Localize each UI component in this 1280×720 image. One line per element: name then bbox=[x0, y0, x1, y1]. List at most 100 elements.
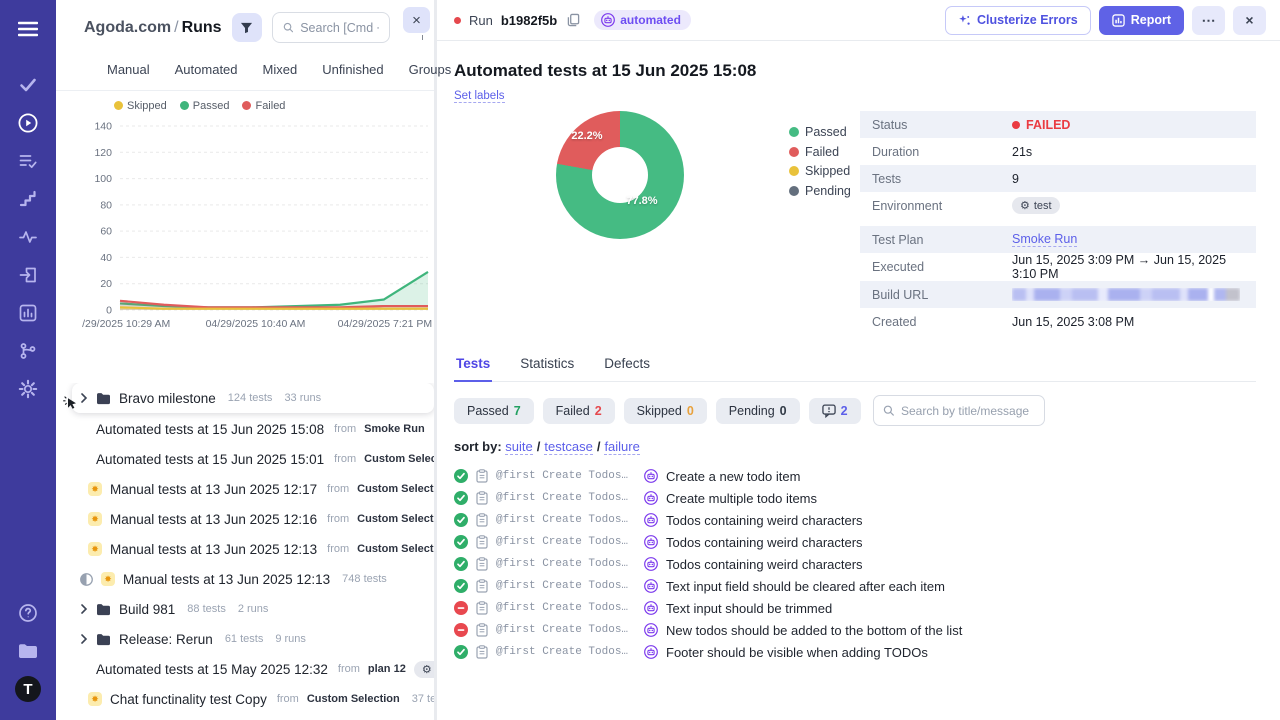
suite-name: @first Create Todos… bbox=[496, 580, 629, 592]
test-row[interactable]: @first Create Todos… Todos containing we… bbox=[454, 509, 1256, 531]
tab-defects[interactable]: Defects bbox=[602, 351, 652, 381]
suite-name: @first Create Todos… bbox=[496, 514, 629, 526]
runs-tab-manual[interactable]: Manual bbox=[107, 62, 150, 77]
sidebar-item-projects[interactable] bbox=[8, 632, 48, 670]
copy-icon[interactable] bbox=[567, 13, 580, 27]
global-search[interactable] bbox=[271, 12, 390, 43]
environment-badge[interactable]: ⚙ test bbox=[1012, 197, 1060, 214]
tests-search-input[interactable] bbox=[901, 403, 1035, 418]
comments-filter-chip[interactable]: 2 bbox=[808, 397, 861, 424]
automated-badge[interactable]: automated bbox=[594, 10, 691, 30]
run-row[interactable]: Automated tests at 15 May 2025 12:32 from… bbox=[56, 654, 434, 684]
search-input[interactable] bbox=[300, 20, 379, 35]
chevron-right-icon[interactable] bbox=[80, 634, 88, 644]
sidebar-item-settings[interactable] bbox=[8, 370, 48, 408]
filter-chip-failed[interactable]: Failed 2 bbox=[542, 397, 615, 424]
sidebar-item-runs[interactable] bbox=[8, 104, 48, 142]
tab-statistics[interactable]: Statistics bbox=[518, 351, 576, 381]
test-row[interactable]: @first Create Todos… Create multiple tod… bbox=[454, 487, 1256, 509]
set-labels-link[interactable]: Set labels bbox=[454, 90, 505, 103]
run-row[interactable]: ✸ Manual tests at 13 Jun 2025 12:13 from … bbox=[56, 534, 434, 564]
filter-button[interactable] bbox=[231, 13, 262, 42]
robot-icon bbox=[644, 491, 658, 505]
donut-legend: Passed Failed Skipped Pending bbox=[789, 111, 851, 198]
filter-chip-skipped[interactable]: Skipped 0 bbox=[623, 397, 707, 424]
report-chart-icon bbox=[1111, 13, 1125, 27]
manual-run-icon: ✸ bbox=[88, 512, 102, 526]
donut-label-passed: 77.8% bbox=[626, 195, 658, 208]
svg-text:04/29/2025 10:40 AM: 04/29/2025 10:40 AM bbox=[206, 318, 306, 330]
test-row[interactable]: @first Create Todos… Create a new todo i… bbox=[454, 465, 1256, 487]
runs-tab-groups[interactable]: Groups bbox=[409, 62, 452, 77]
sort-link-suite[interactable]: suite bbox=[505, 439, 533, 455]
passed-icon bbox=[454, 557, 468, 571]
area-chart-svg: 0 20 40 60 80 100 120 140/29/2025 10:29 AM 04/29… bbox=[82, 121, 432, 331]
test-row[interactable]: @first Create Todos… Text input should b… bbox=[454, 597, 1256, 619]
test-row[interactable]: @first Create Todos… Todos containing we… bbox=[454, 553, 1256, 575]
clusterize-errors-button[interactable]: Clusterize Errors bbox=[944, 5, 1091, 35]
check-icon bbox=[20, 78, 36, 92]
app-logo[interactable]: T bbox=[8, 670, 48, 708]
passed-icon bbox=[454, 513, 468, 527]
run-row[interactable]: Automated tests at 15 Jun 2025 15:01 from… bbox=[56, 444, 434, 474]
filter-chip-passed[interactable]: Passed 7 bbox=[454, 397, 534, 424]
sort-link-testcase[interactable]: testcase bbox=[544, 439, 593, 455]
runs-tab-automated[interactable]: Automated bbox=[175, 62, 238, 77]
bar-chart-icon bbox=[19, 304, 37, 322]
run-folder-row[interactable]: Release: Rerun 61 tests 9 runs bbox=[56, 624, 434, 654]
sidebar-item-help[interactable] bbox=[8, 594, 48, 632]
run-row[interactable]: Automated tests at 15 Jun 2025 15:08 from… bbox=[56, 414, 434, 444]
svg-text:120: 120 bbox=[94, 147, 112, 159]
test-row[interactable]: @first Create Todos… Footer should be vi… bbox=[454, 641, 1256, 663]
sidebar-item-tests[interactable] bbox=[8, 66, 48, 104]
runs-tab-mixed[interactable]: Mixed bbox=[263, 62, 298, 77]
cursor-pointer-icon bbox=[63, 396, 76, 409]
test-plan-link[interactable]: Smoke Run bbox=[1012, 232, 1078, 247]
more-button[interactable]: ⋯ bbox=[1192, 5, 1225, 35]
tab-tests[interactable]: Tests bbox=[454, 351, 493, 382]
chevron-right-icon[interactable] bbox=[80, 393, 88, 403]
run-title: Automated tests at 15 Jun 2025 15:08 bbox=[454, 61, 757, 80]
tests-search[interactable] bbox=[872, 395, 1045, 426]
status-value: FAILED bbox=[1012, 118, 1070, 132]
close-run-button[interactable]: × bbox=[1233, 5, 1266, 35]
sort-link-failure[interactable]: failure bbox=[604, 439, 640, 455]
sidebar-item-analytics[interactable] bbox=[8, 294, 48, 332]
sidebar-item-import[interactable] bbox=[8, 256, 48, 294]
sidebar-item-pulse[interactable] bbox=[8, 218, 48, 256]
sidebar-item-milestones[interactable] bbox=[8, 180, 48, 218]
robot-icon bbox=[644, 469, 658, 483]
sidebar-item-branches[interactable] bbox=[8, 332, 48, 370]
hamburger-menu-icon[interactable] bbox=[8, 10, 48, 48]
run-row[interactable]: ✸ Manual tests at 13 Jun 2025 12:13 748 … bbox=[56, 564, 434, 594]
detail-row-tests: Tests 9 bbox=[860, 165, 1256, 192]
test-row[interactable]: @first Create Todos… Todos containing we… bbox=[454, 531, 1256, 553]
dock-icon-partial[interactable]: ⊥ bbox=[418, 35, 427, 41]
list-panel-header: Agoda.com / Runs bbox=[56, 0, 434, 51]
filter-chip-pending[interactable]: Pending 0 bbox=[715, 397, 800, 424]
sidebar-item-test-plans[interactable] bbox=[8, 142, 48, 180]
project-name[interactable]: Agoda.com bbox=[84, 19, 171, 36]
report-button[interactable]: Report bbox=[1098, 5, 1184, 35]
detail-row-build-url: Build URL bbox=[860, 281, 1256, 308]
sort-label: sort by: bbox=[454, 439, 506, 454]
chevron-right-icon[interactable] bbox=[80, 604, 88, 614]
test-row[interactable]: @first Create Todos… Text input field sh… bbox=[454, 575, 1256, 597]
runs-history-chart: Skipped Passed Failed 0 20 40 60 80 100 120 140/2… bbox=[56, 91, 434, 347]
run-status-dot bbox=[454, 16, 461, 24]
run-detail-body: Automated tests at 15 Jun 2025 15:08 Set… bbox=[437, 41, 1280, 720]
run-row[interactable]: ✸ Manual tests at 13 Jun 2025 12:17 from … bbox=[56, 474, 434, 504]
test-title: Todos containing weird characters bbox=[666, 534, 863, 550]
run-folder-row[interactable]: Build 981 88 tests 2 runs bbox=[56, 594, 434, 624]
runs-tab-unfinished[interactable]: Unfinished bbox=[322, 62, 383, 77]
run-folder-row[interactable]: Bravo milestone 124 tests 33 runs bbox=[72, 383, 434, 413]
test-title: Text input should be trimmed bbox=[666, 600, 833, 616]
svg-text:20: 20 bbox=[100, 278, 112, 290]
passed-icon bbox=[454, 645, 468, 659]
run-row[interactable]: ✸ Chat functinality test Copy from Custom… bbox=[56, 684, 434, 714]
play-circle-icon bbox=[18, 113, 38, 133]
header-actions: Clusterize Errors Report ⋯ × bbox=[944, 5, 1266, 35]
run-row[interactable]: ✸ Manual tests at 13 Jun 2025 12:16 from … bbox=[56, 504, 434, 534]
test-row[interactable]: @first Create Todos… New todos should be… bbox=[454, 619, 1256, 641]
panel-close-button[interactable]: × bbox=[403, 7, 430, 33]
